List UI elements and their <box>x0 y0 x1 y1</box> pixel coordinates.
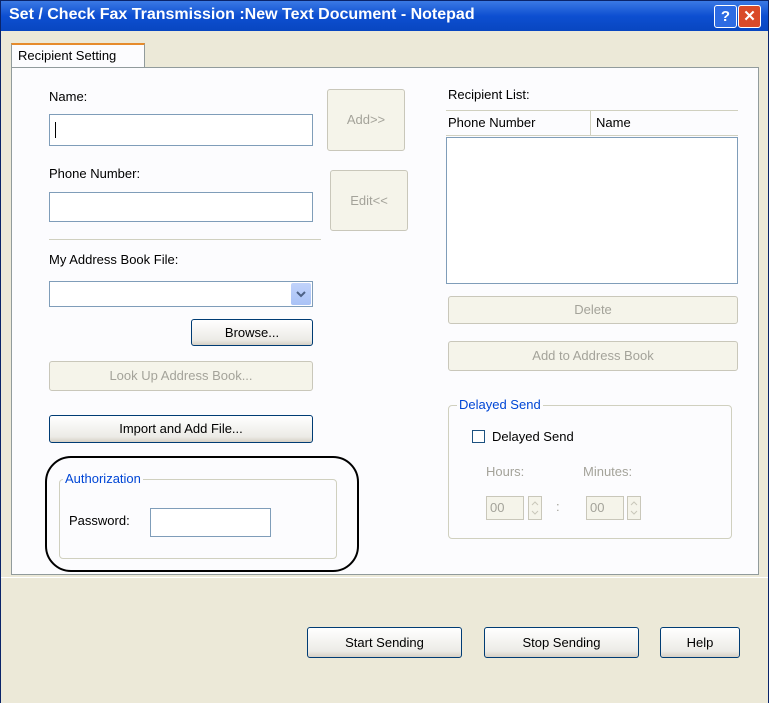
address-book-file-select[interactable] <box>49 281 313 307</box>
edit-button[interactable]: Edit<< <box>330 170 408 231</box>
phone-number-input[interactable] <box>49 192 313 222</box>
delayed-send-checkbox[interactable] <box>472 430 485 443</box>
import-and-add-file-button[interactable]: Import and Add File... <box>49 415 313 443</box>
name-label: Name: <box>49 89 88 104</box>
minutes-label: Minutes: <box>583 464 633 479</box>
stop-sending-button[interactable]: Stop Sending <box>484 627 639 658</box>
hours-value: 00 <box>490 500 505 515</box>
browse-button[interactable]: Browse... <box>191 319 313 346</box>
hours-label: Hours: <box>486 464 525 479</box>
close-icon[interactable]: ✕ <box>738 5 761 28</box>
column-header-phone-number[interactable]: Phone Number <box>448 115 535 130</box>
add-to-address-book-button[interactable]: Add to Address Book <box>448 341 738 371</box>
hours-input[interactable]: 00 <box>486 496 524 520</box>
help-button[interactable]: Help <box>660 627 740 658</box>
dialog-window: Set / Check Fax Transmission :New Text D… <box>0 0 769 703</box>
minutes-input[interactable]: 00 <box>586 496 624 520</box>
start-sending-button[interactable]: Start Sending <box>307 627 462 658</box>
recipient-list-box[interactable] <box>446 137 738 284</box>
add-button[interactable]: Add>> <box>327 89 405 151</box>
recipient-list-header: Phone Number Name <box>446 110 738 136</box>
tab-recipient-setting[interactable]: Recipient Setting <box>11 43 145 68</box>
spin-arrows-icon <box>630 501 638 515</box>
window-title: Set / Check Fax Transmission :New Text D… <box>9 6 475 23</box>
phone-number-label: Phone Number: <box>49 166 141 181</box>
look-up-address-book-button[interactable]: Look Up Address Book... <box>49 361 313 391</box>
text-cursor <box>55 122 56 138</box>
delete-button[interactable]: Delete <box>448 296 738 324</box>
chevron-down-icon <box>296 291 306 298</box>
divider <box>49 239 321 240</box>
recipient-list-label: Recipient List: <box>448 87 530 102</box>
time-separator: : <box>556 499 560 514</box>
column-header-name[interactable]: Name <box>596 115 631 130</box>
help-icon[interactable]: ? <box>714 5 737 28</box>
name-input[interactable] <box>49 114 313 146</box>
address-book-file-label: My Address Book File: <box>49 252 179 267</box>
title-bar: Set / Check Fax Transmission :New Text D… <box>1 1 768 31</box>
minutes-spinner[interactable] <box>627 496 641 520</box>
highlight-annotation <box>45 456 359 572</box>
minutes-value: 00 <box>590 500 605 515</box>
delayed-send-group-title: Delayed Send <box>457 397 543 412</box>
dropdown-arrow-button[interactable] <box>291 283 311 305</box>
hours-spinner[interactable] <box>528 496 542 520</box>
spin-arrows-icon <box>531 501 539 515</box>
column-divider <box>590 111 591 135</box>
delayed-send-checkbox-label[interactable]: Delayed Send <box>492 429 574 444</box>
